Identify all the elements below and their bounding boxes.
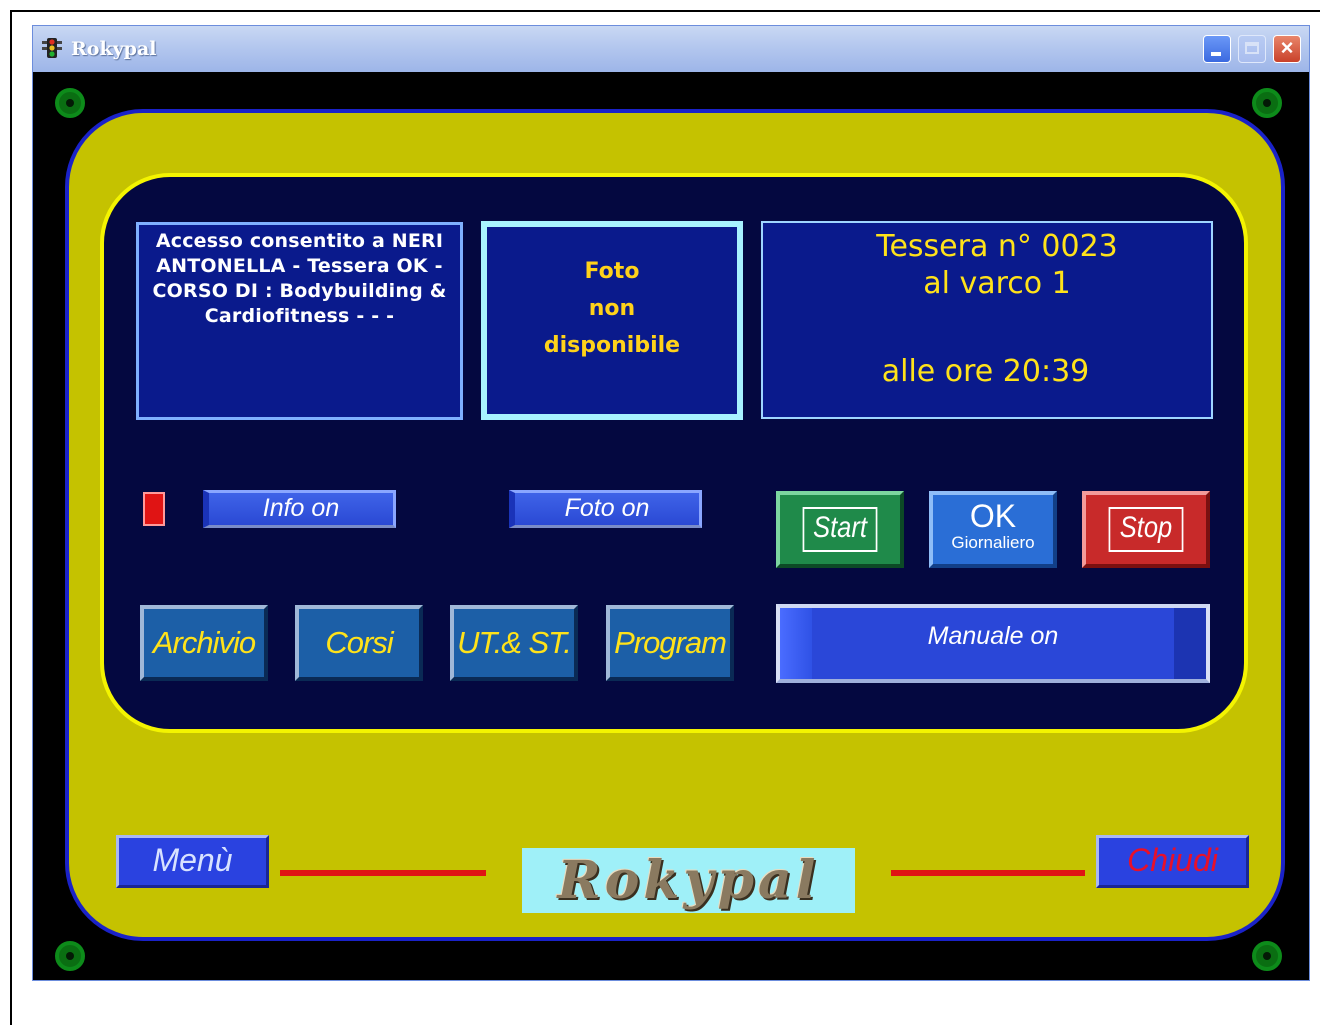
stop-label: Stop [1108,507,1184,552]
screw-icon [1252,941,1282,971]
minimize-button[interactable] [1203,35,1231,63]
archivio-button[interactable]: Archivio [140,605,268,681]
status-indicator [143,492,165,526]
close-button[interactable]: × [1273,35,1301,63]
app-window: Rokypal × Accesso consentito a NERI ANTO… [32,25,1310,981]
access-message-box: Accesso consentito a NERI ANTONELLA - Te… [136,222,463,420]
title-bar[interactable]: Rokypal × [33,26,1309,72]
foto-toggle-button[interactable]: Foto on [509,490,702,528]
access-message: Accesso consentito a NERI ANTONELLA - Te… [152,230,447,327]
start-label: Start [802,507,878,552]
logo-text: Rokypal [557,850,820,911]
photo-placeholder: Foto non disponibile [487,253,737,364]
window-title: Rokypal [71,38,157,60]
tessera-number: Tessera n° 0023 [876,229,1118,264]
ok-giornaliero-button[interactable]: OK Giornaliero [929,491,1057,568]
chiudi-button[interactable]: Chiudi [1096,835,1249,888]
info-toggle-button[interactable]: Info on [203,490,396,528]
menu-button[interactable]: Menù [116,835,269,888]
giornaliero-label: Giornaliero [951,533,1035,552]
photo-box: Foto non disponibile [481,221,743,420]
divider-line [280,870,486,876]
corsi-button[interactable]: Corsi [295,605,423,681]
client-area: Accesso consentito a NERI ANTONELLA - Te… [33,72,1309,980]
close-icon: × [1280,35,1294,60]
manuale-toggle-button[interactable]: Manuale on [776,604,1210,683]
ut-st-button[interactable]: UT.& ST. [450,605,578,681]
photo-line-1: Foto [584,259,640,284]
screw-icon [55,941,85,971]
maximize-button[interactable] [1238,35,1266,63]
traffic-light-icon [42,38,62,58]
program-button[interactable]: Program [606,605,734,681]
start-button[interactable]: Start [776,491,904,568]
manuale-label: Manuale on [927,622,1059,650]
tessera-gate: al varco 1 [923,266,1071,301]
logo: Rokypal [522,848,855,913]
tessera-box: Tessera n° 0023 al varco 1 alle ore 20:3… [761,221,1213,419]
screw-icon [1252,88,1282,118]
photo-line-3: disponibile [543,333,681,358]
divider-line [891,870,1085,876]
tessera-time: alle ore 20:39 [881,354,1090,389]
stop-button[interactable]: Stop [1082,491,1210,568]
screw-icon [55,88,85,118]
ok-label: OK [969,498,1017,534]
photo-line-2: non [588,296,636,321]
